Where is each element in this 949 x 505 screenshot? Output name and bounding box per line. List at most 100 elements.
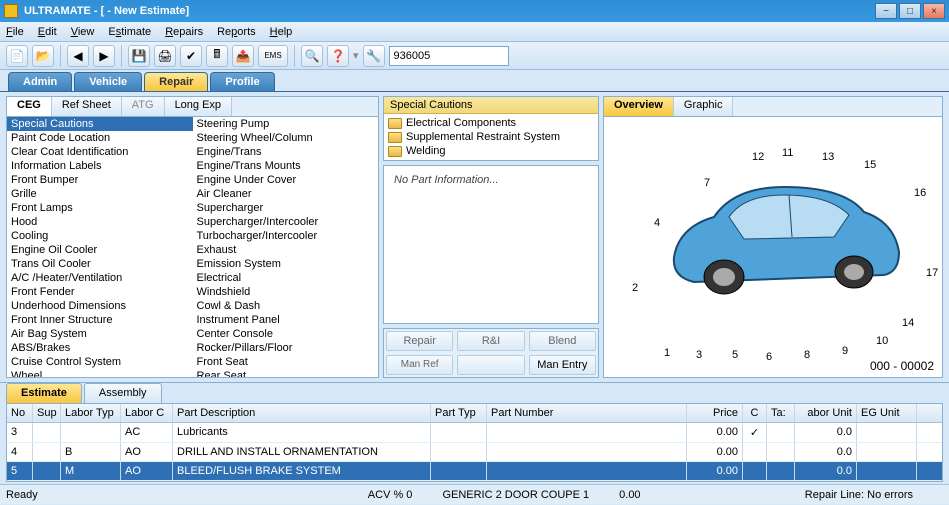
menu-help[interactable]: Help [270,26,293,38]
list-item[interactable]: Turbocharger/Intercooler [193,229,379,243]
ltab-ceg[interactable]: CEG [7,97,52,116]
manref-button[interactable]: Man Ref [386,355,453,375]
column-header[interactable]: Part Typ [431,404,487,422]
parts-list-col1[interactable]: Special CautionsPaint Code LocationClear… [7,117,193,377]
list-item[interactable]: Engine/Trans Mounts [193,159,379,173]
column-header[interactable]: C [743,404,767,422]
close-button[interactable]: × [923,3,945,19]
list-item[interactable]: Front Lamps [7,201,193,215]
tool-open-icon[interactable]: 📂 [32,45,54,67]
tool-back-icon[interactable]: ◀ [67,45,89,67]
list-item[interactable]: Exhaust [193,243,379,257]
list-item[interactable]: Supercharger/Intercooler [193,215,379,229]
toolbar-search-field[interactable]: 936005 [389,46,509,66]
column-header[interactable]: Labor Typ [61,404,121,422]
menu-repairs[interactable]: Repairs [165,26,203,38]
tool-help-icon[interactable]: ❓ [327,45,349,67]
list-item[interactable]: A/C /Heater/Ventilation [7,271,193,285]
list-item[interactable]: Engine Oil Cooler [7,243,193,257]
list-item[interactable]: Engine/Trans [193,145,379,159]
list-item[interactable]: Rear Seat [193,369,379,377]
car-diagram[interactable]: 1 2 3 4 5 6 7 8 9 10 11 12 13 14 15 16 1… [604,117,942,377]
list-item[interactable]: Steering Pump [193,117,379,131]
column-header[interactable]: No [7,404,33,422]
list-item[interactable]: Grille [7,187,193,201]
list-item[interactable]: Cowl & Dash [193,299,379,313]
list-item[interactable]: Air Cleaner [193,187,379,201]
caution-item[interactable]: Welding [386,144,596,158]
list-item[interactable]: Air Bag System [7,327,193,341]
list-item[interactable]: Hood [7,215,193,229]
tool-search-icon[interactable]: 🔍 [301,45,323,67]
column-header[interactable]: Sup [33,404,61,422]
list-item[interactable]: Front Seat [193,355,379,369]
column-header[interactable]: Part Number [487,404,687,422]
btab-assembly[interactable]: Assembly [84,383,162,403]
ltab-refsheet[interactable]: Ref Sheet [52,97,122,116]
list-item[interactable]: Wheel [7,369,193,377]
table-row[interactable]: 4BAODRILL AND INSTALL ORNAMENTATION0.000… [7,443,942,462]
tool-ems-icon[interactable]: EMS [258,45,288,67]
list-item[interactable]: Special Cautions [7,117,193,131]
list-item[interactable]: Steering Wheel/Column [193,131,379,145]
table-row[interactable]: 5MAOBLEED/FLUSH BRAKE SYSTEM0.000.0 [7,462,942,481]
repair-button[interactable]: Repair [386,331,453,351]
special-cautions-list[interactable]: Electrical ComponentsSupplemental Restra… [384,114,598,160]
menu-reports[interactable]: Reports [217,26,256,38]
list-item[interactable]: Supercharger [193,201,379,215]
list-item[interactable]: ABS/Brakes [7,341,193,355]
tool-export-icon[interactable]: 📤 [232,45,254,67]
estimate-grid[interactable]: NoSupLabor TypLabor CPart DescriptionPar… [6,403,943,482]
list-item[interactable]: Rocker/Pillars/Floor [193,341,379,355]
table-row[interactable]: 3ACLubricants0.00✓0.0 [7,423,942,443]
column-header[interactable]: EG Unit [857,404,917,422]
parts-list-col2[interactable]: Steering PumpSteering Wheel/ColumnEngine… [193,117,379,377]
list-item[interactable]: Paint Code Location [7,131,193,145]
column-header[interactable]: Ta: [767,404,795,422]
list-item[interactable]: Instrument Panel [193,313,379,327]
ltab-atg[interactable]: ATG [122,97,165,116]
maximize-button[interactable]: □ [899,3,921,19]
list-item[interactable]: Underhood Dimensions [7,299,193,313]
tool-check-icon[interactable]: ✔ [180,45,202,67]
tool-new-icon[interactable]: 📄 [6,45,28,67]
tab-repair[interactable]: Repair [144,72,208,91]
tool-save-icon[interactable]: 💾 [128,45,150,67]
list-item[interactable]: Trans Oil Cooler [7,257,193,271]
rtab-graphic[interactable]: Graphic [674,97,734,116]
menu-view[interactable]: View [71,26,95,38]
list-item[interactable]: Cooling [7,229,193,243]
tool-forward-icon[interactable]: ▶ [93,45,115,67]
minimize-button[interactable]: − [875,3,897,19]
menu-file[interactable]: File [6,26,24,38]
caution-item[interactable]: Supplemental Restraint System [386,130,596,144]
list-item[interactable]: Cruise Control System [7,355,193,369]
tab-profile[interactable]: Profile [210,72,274,91]
list-item[interactable]: Clear Coat Identification [7,145,193,159]
column-header[interactable]: abor Unit [795,404,857,422]
list-item[interactable]: Front Fender [7,285,193,299]
manentry-button[interactable]: Man Entry [529,355,596,375]
btab-estimate[interactable]: Estimate [6,383,82,403]
list-item[interactable]: Electrical [193,271,379,285]
list-item[interactable]: Engine Under Cover [193,173,379,187]
column-header[interactable]: Price [687,404,743,422]
menu-edit[interactable]: Edit [38,26,57,38]
list-item[interactable]: Front Bumper [7,173,193,187]
list-item[interactable]: Windshield [193,285,379,299]
menu-estimate[interactable]: Estimate [108,26,151,38]
list-item[interactable]: Center Console [193,327,379,341]
column-header[interactable]: Part Description [173,404,431,422]
list-item[interactable]: Front Inner Structure [7,313,193,327]
tab-vehicle[interactable]: Vehicle [74,72,142,91]
ri-button[interactable]: R&I [457,331,524,351]
caution-item[interactable]: Electrical Components [386,116,596,130]
blend-button[interactable]: Blend [529,331,596,351]
list-item[interactable]: Emission System [193,257,379,271]
rtab-overview[interactable]: Overview [604,97,674,116]
tool-wrench-icon[interactable]: 🔧 [363,45,385,67]
tab-admin[interactable]: Admin [8,72,72,91]
column-header[interactable]: Labor C [121,404,173,422]
tool-calc-icon[interactable]: 🖩 [206,45,228,67]
list-item[interactable]: Information Labels [7,159,193,173]
